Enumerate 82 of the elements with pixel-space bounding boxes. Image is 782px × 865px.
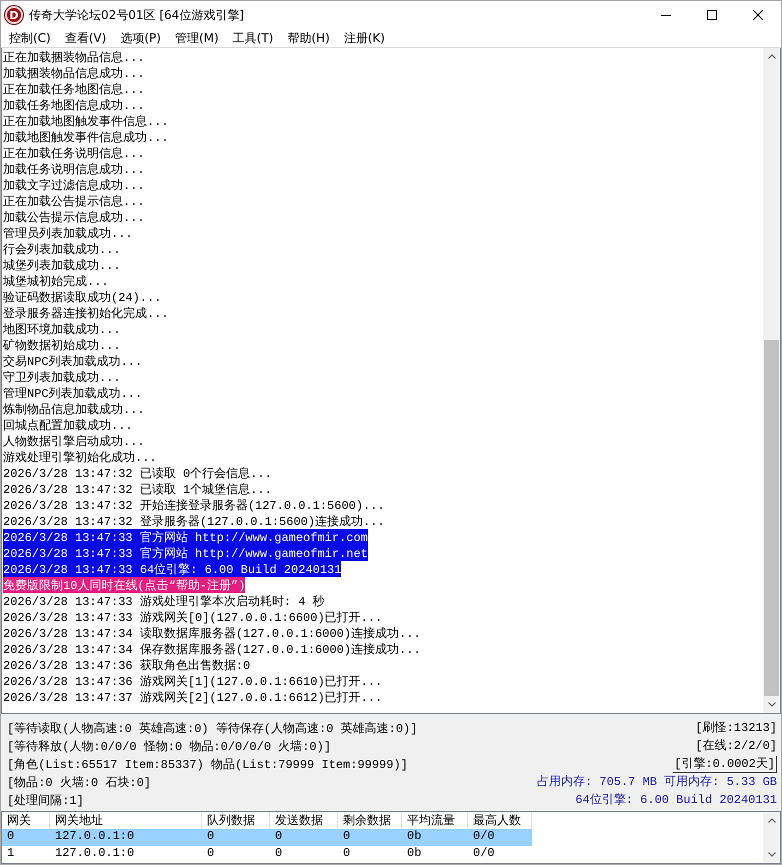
table-cell-text: 1: [6, 846, 16, 862]
log-line: 城堡列表加载成功...: [3, 258, 121, 273]
app-logo: D: [5, 6, 23, 24]
log-line: 2026/3/28 13:47:32 登录服务器(127.0.0.1:5600)连接成功...: [3, 514, 385, 529]
scrollbar[interactable]: [763, 48, 780, 713]
scrollbar[interactable]: [763, 812, 780, 863]
menu-item[interactable]: 查看(V): [58, 29, 114, 47]
log-line: 城堡城初始完成...: [3, 274, 109, 289]
caret-up-icon[interactable]: [768, 818, 776, 823]
table-cell-text: 0: [342, 846, 352, 862]
table-cell-text: 0: [274, 846, 284, 862]
status-text: [角色(List:65517 Item:85337) 物品(List:79999 Item:99999)]: [7, 756, 409, 772]
info-text: 占用内存: 705.7 MB 可用内存: 5.33 GB: [536, 774, 777, 790]
log-line: 加载公告提示信息成功...: [3, 210, 145, 225]
log-line: 2026/3/28 13:47:36 获取角色出售数据:0: [3, 658, 250, 673]
log-line: 管理NPC列表加载成功...: [3, 386, 142, 401]
log-line: 正在加载任务说明信息...: [3, 146, 145, 161]
log-line: 正在加载任务地图信息...: [3, 82, 145, 97]
table-cell-text: 0/0: [472, 846, 496, 862]
table-cell-text: 0b: [406, 846, 422, 862]
log-line: 交易NPC列表加载成功...: [3, 354, 142, 369]
maximize-icon[interactable]: [707, 10, 717, 20]
menu-item[interactable]: 控制(C): [2, 29, 58, 47]
menu-item[interactable]: 管理(M): [168, 29, 226, 47]
minimize-icon[interactable]: [661, 14, 671, 16]
log-line: 2026/3/28 13:47:33 游戏处理引擎本次启动耗时: 4 秒: [3, 594, 325, 609]
menu-item[interactable]: 选项(P): [113, 29, 168, 47]
log-line: 炼制物品信息加载成功...: [3, 402, 145, 417]
table-cell-text: 127.0.0.1:0: [54, 829, 136, 845]
log-line: 加载任务地图信息成功...: [3, 98, 145, 113]
log-line: 守卫列表加载成功...: [3, 370, 121, 385]
log-line: 回城点配置加载成功...: [3, 418, 133, 433]
log-line: 加载任务说明信息成功...: [3, 162, 145, 177]
menu-item[interactable]: 帮助(H): [280, 29, 337, 47]
log-line: 行会列表加载成功...: [3, 242, 121, 257]
log-line: 正在加载捆装物品信息...: [3, 50, 145, 65]
table-row[interactable]: 1 127.0.0.1:0 0 0 0 0b 0/0: [2, 846, 532, 863]
status-text: [在线:2/2/0]: [695, 738, 777, 754]
log-line: 加载地图触发事件信息成功...: [3, 130, 169, 145]
log-line: 人物数据引擎启动成功...: [3, 434, 145, 449]
log-line: 地图环境加载成功...: [3, 322, 121, 337]
window-title: 传奇大学论坛02号01区 [64位游戏引擎]: [29, 6, 244, 24]
caret-up-icon[interactable]: [768, 54, 776, 59]
log-line: 游戏处理引擎初始化成功...: [3, 450, 157, 465]
info-text: 64位引擎: 6.00 Build 20240131: [575, 792, 777, 808]
table-cell-text: 0: [6, 829, 16, 845]
close-icon[interactable]: [753, 10, 763, 20]
log-line: 验证码数据读取成功(24)...: [3, 290, 162, 305]
log-line: 2026/3/28 13:47:32 已读取 1个城堡信息...: [3, 482, 272, 497]
table-cell-text: 0b: [406, 829, 422, 845]
menu-item[interactable]: 工具(T): [226, 29, 280, 47]
log-line: 加载文字过滤信息成功...: [3, 178, 145, 193]
table-cell-text: 0: [206, 846, 216, 862]
caret-down-icon[interactable]: [768, 852, 776, 857]
log-line: 矿物数据初始成功...: [3, 338, 121, 353]
log-line: 管理员列表加载成功...: [3, 226, 133, 241]
status-text: [物品:0 火墙:0 石块:0]: [7, 774, 152, 790]
status-label: [引擎:0.0002天]: [673, 756, 777, 772]
log-line: 2026/3/28 13:47:36 游戏网关[1](127.0.0.1:6610)已打开...: [3, 674, 382, 689]
status-text: [刷怪:13213]: [695, 720, 777, 736]
status-text: [等待读取(人物高速:0 英雄高速:0) 等待保存(人物高速:0 英雄高速:0)]: [7, 720, 418, 736]
log-line: 登录服务器连接初始化完成...: [3, 306, 169, 321]
table-cell-text: 127.0.0.1:0: [54, 846, 136, 862]
log-line: 2026/3/28 13:47:33 游戏网关[0](127.0.0.1:6600)已打开...: [3, 610, 382, 625]
table-cell-text: 0: [342, 829, 352, 845]
table-row[interactable]: 0 127.0.0.1:0 0 0 0 0b 0/0: [2, 829, 532, 846]
caret-down-icon[interactable]: [768, 702, 776, 707]
status-text: [等待释放(人物:0/0/0 怪物:0 物品:0/0/0/0 火墙:0)]: [7, 738, 332, 754]
scroll-thumb[interactable]: [764, 340, 779, 696]
log-line: 加载捆装物品信息成功...: [3, 66, 145, 81]
log-line: 正在加载地图触发事件信息...: [3, 114, 169, 129]
menu-item[interactable]: 注册(K): [336, 29, 392, 47]
status-text: [处理间隔:1]: [7, 792, 85, 808]
log-line: 2026/3/28 13:47:34 读取数据库服务器(127.0.0.1:6000)连接成功...: [3, 626, 421, 641]
table-cell-text: 0: [206, 829, 216, 845]
log-line: 2026/3/28 13:47:32 已读取 0个行会信息...: [3, 466, 272, 481]
table-cell-text: 0: [274, 829, 284, 845]
log-line: 2026/3/28 13:47:32 开始连接登录服务器(127.0.0.1:5600)...: [3, 498, 385, 513]
table-cell-text: 0/0: [472, 829, 496, 845]
log-line: 2026/3/28 13:47:37 游戏网关[2](127.0.0.1:6612)已打开...: [3, 690, 382, 705]
log-line: 2026/3/28 13:47:34 保存数据库服务器(127.0.0.1:6000)连接成功...: [3, 642, 421, 657]
log-line: 正在加载公告提示信息...: [3, 194, 145, 209]
